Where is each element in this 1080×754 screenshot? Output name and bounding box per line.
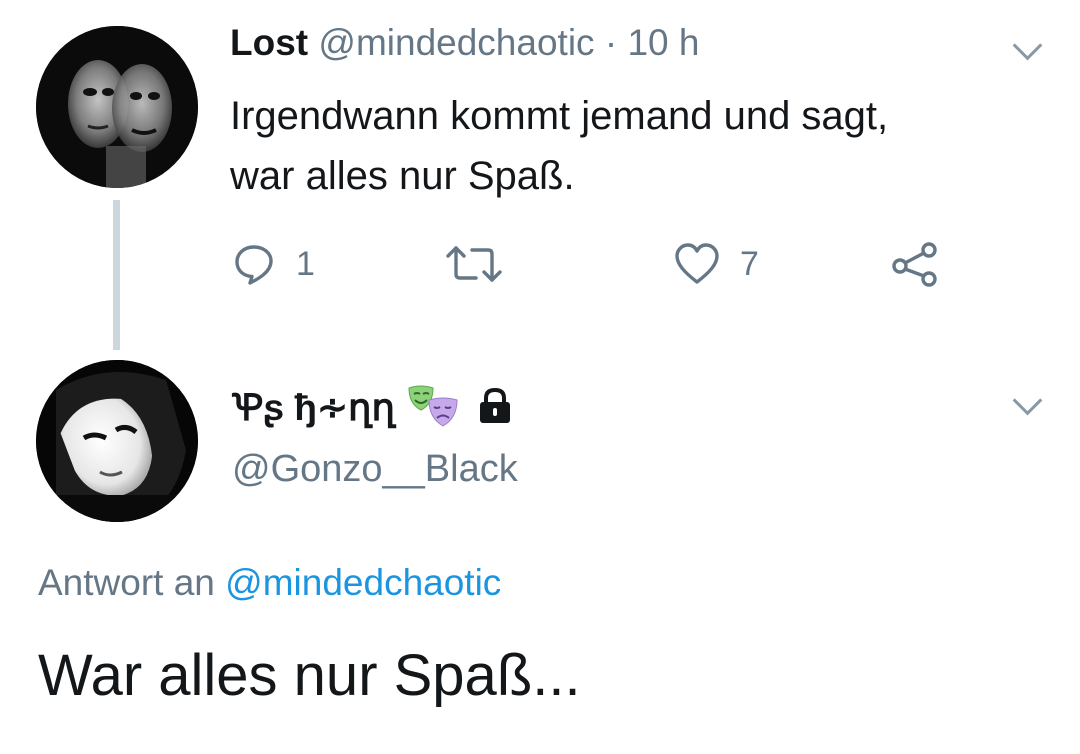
avatar[interactable] — [36, 26, 198, 188]
tweet-time[interactable]: 10 h — [627, 22, 699, 63]
like-count: 7 — [740, 244, 759, 283]
author-handle[interactable]: @Gonzo__Black — [232, 448, 518, 491]
retweet-icon — [446, 246, 502, 282]
reply-button[interactable]: 1 — [232, 242, 315, 286]
retweet-button[interactable] — [444, 242, 504, 286]
reply-context: Antwort an @mindedchaotic — [38, 562, 501, 604]
tweet-text: War alles nur Spaß... — [38, 643, 581, 708]
performing-arts-emoji-icon — [407, 384, 459, 428]
chevron-down-icon[interactable] — [1012, 385, 1043, 416]
tweet-header: Lost @mindedchaotic · 10 h — [230, 22, 699, 64]
share-button[interactable] — [890, 242, 940, 287]
lock-icon — [477, 387, 513, 425]
avatar[interactable] — [36, 360, 198, 522]
author-handle[interactable]: @mindedchaotic — [318, 22, 594, 63]
tweet-text-line: Irgendwann kommt jemand und sagt, — [230, 94, 889, 138]
author-name[interactable]: Lost — [230, 22, 308, 63]
reply-prefix: Antwort an — [38, 562, 215, 603]
separator-dot: · — [604, 22, 618, 63]
reply-count: 1 — [296, 244, 315, 283]
author-name[interactable]: Ꝕʂ ђ∻ղղ — [232, 380, 395, 431]
reply-icon — [235, 245, 273, 285]
tweet-text-line: war alles nur Spaß. — [230, 154, 575, 198]
avatar-image — [36, 360, 198, 522]
share-icon — [892, 242, 937, 287]
heart-icon — [675, 243, 719, 284]
avatar-image — [36, 26, 198, 188]
like-button[interactable]: 7 — [674, 242, 759, 286]
thread-connector-line — [113, 200, 120, 350]
chevron-down-icon[interactable] — [1012, 30, 1043, 61]
tweet-text: Irgendwann kommt jemand und sagt, war al… — [230, 86, 1010, 206]
author-name-row: Ꝕʂ ђ∻ղղ — [232, 380, 513, 431]
reply-to-handle-link[interactable]: @mindedchaotic — [225, 562, 501, 603]
